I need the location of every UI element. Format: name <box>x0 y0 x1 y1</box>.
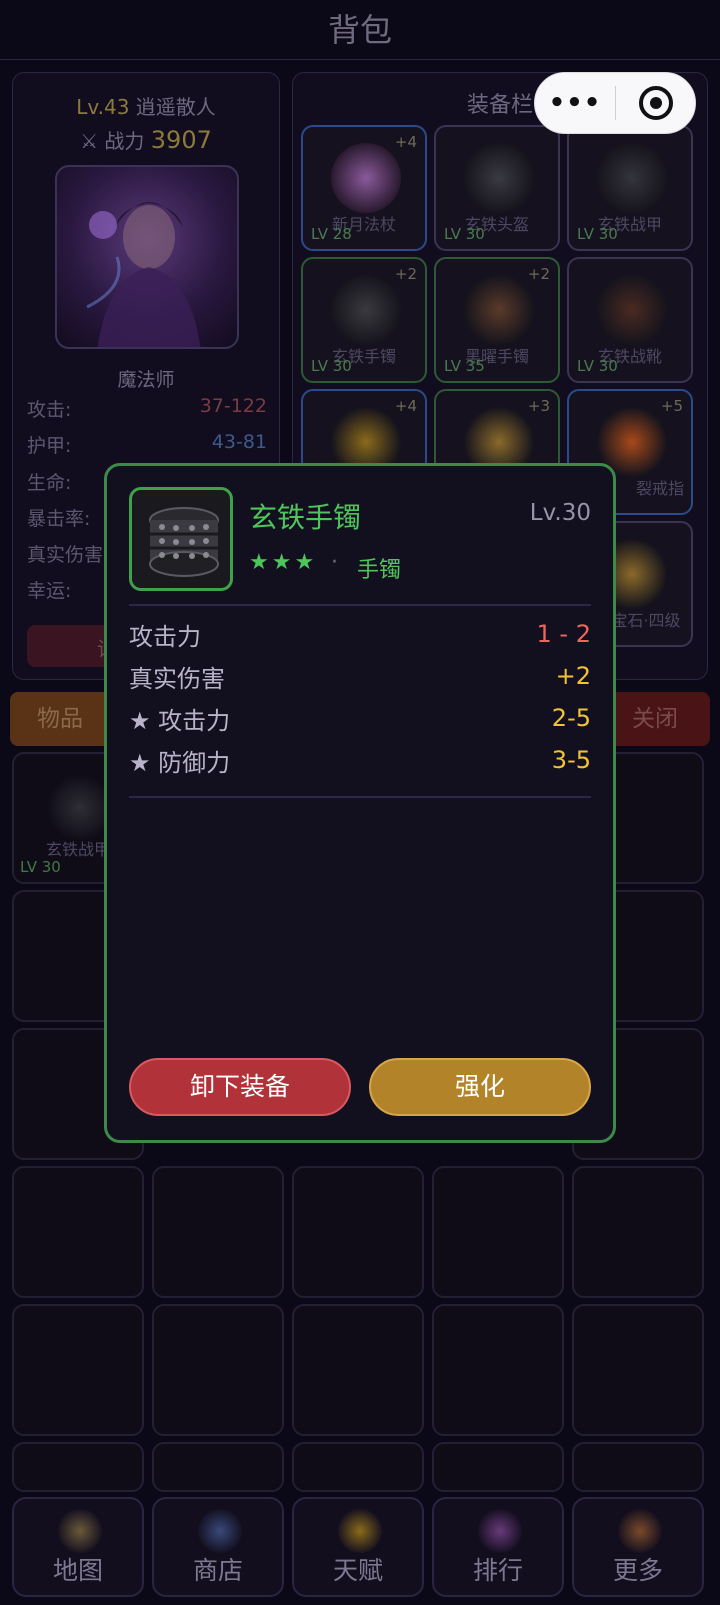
bag-slot[interactable] <box>12 1442 144 1492</box>
combat-power: ⚔ 战力 3907 <box>13 125 279 154</box>
bracelet-icon <box>331 275 401 345</box>
close-bag-button[interactable]: 关闭 <box>600 692 710 746</box>
equip-slot-armor[interactable]: 玄铁战甲 LV 30 <box>567 125 693 251</box>
shop-icon <box>198 1509 242 1553</box>
bag-slot[interactable] <box>152 1304 284 1436</box>
crossed-swords-icon: ⚔ <box>80 129 99 153</box>
nav-shop[interactable]: 商店 <box>152 1497 284 1597</box>
talent-icon <box>338 1509 382 1553</box>
bag-slot[interactable] <box>572 1304 704 1436</box>
separator-dot: · <box>331 550 338 575</box>
more-icon <box>618 1509 662 1553</box>
ranking-icon <box>478 1509 522 1553</box>
page-title: 背包 <box>0 0 720 60</box>
attribute-row: ★ 防御力 3-5 <box>129 746 591 777</box>
close-mini-program-button[interactable] <box>616 86 695 120</box>
character-level: Lv.43 <box>76 95 130 119</box>
more-options-button[interactable]: ••• <box>535 88 615 118</box>
helmet-icon <box>464 143 534 213</box>
nav-ranking[interactable]: 排行 <box>432 1497 564 1597</box>
bag-slot[interactable] <box>572 1166 704 1298</box>
map-icon <box>58 1509 102 1553</box>
item-type: 手镯 <box>357 558 402 583</box>
stat-armor: 护甲: 43-81 <box>27 431 267 457</box>
attribute-row: 真实伤害 +2 <box>129 662 591 693</box>
bag-slot[interactable] <box>12 1304 144 1436</box>
item-name: 玄铁手镯 <box>249 501 362 534</box>
nav-more[interactable]: 更多 <box>572 1497 704 1597</box>
equip-slot-bracelet-1[interactable]: +2 玄铁手镯 LV 30 <box>301 257 427 383</box>
boots-icon <box>597 275 667 345</box>
unequip-button[interactable]: 卸下装备 <box>129 1058 351 1116</box>
character-name-text: 逍遥散人 <box>135 95 216 119</box>
bag-slot[interactable] <box>152 1166 284 1298</box>
equip-slot-weapon[interactable]: +4 新月法杖 LV 28 <box>301 125 427 251</box>
equip-slot-helmet[interactable]: 玄铁头盔 LV 30 <box>434 125 560 251</box>
item-star-rating: ★★★ <box>249 550 318 575</box>
divider <box>129 796 591 798</box>
armor-icon <box>597 143 667 213</box>
divider <box>129 604 591 606</box>
item-detail-modal: 玄铁手镯 Lv.30 ★★★ · 手镯 攻击力 1 - 2 真实伤害 +2 ★ … <box>104 463 616 1143</box>
item-level: Lv.30 <box>529 500 591 526</box>
target-circle-icon <box>638 86 673 120</box>
bag-slot[interactable] <box>152 1442 284 1492</box>
nav-talent[interactable]: 天赋 <box>292 1497 424 1597</box>
bag-slot[interactable] <box>292 1304 424 1436</box>
staff-icon <box>331 143 401 213</box>
enhance-button[interactable]: 强化 <box>369 1058 591 1116</box>
bag-slot[interactable] <box>12 1166 144 1298</box>
bag-slot[interactable] <box>292 1442 424 1492</box>
character-name: Lv.43 逍遥散人 <box>13 91 279 120</box>
stat-attack: 攻击: 37-122 <box>27 395 267 421</box>
equip-slot-bracelet-2[interactable]: +2 黑曜手镯 LV 35 <box>434 257 560 383</box>
bag-slot[interactable] <box>432 1304 564 1436</box>
class-name: 魔法师 <box>117 369 175 391</box>
power-value: 3907 <box>150 126 212 154</box>
tab-items[interactable]: 物品 <box>10 692 110 746</box>
equip-slot-boots[interactable]: 玄铁战靴 LV 30 <box>567 257 693 383</box>
nav-map[interactable]: 地图 <box>12 1497 144 1597</box>
bag-slot[interactable] <box>292 1166 424 1298</box>
bag-slot[interactable] <box>572 1442 704 1492</box>
bracelet-icon <box>129 487 233 591</box>
attribute-row: 攻击力 1 - 2 <box>129 620 591 651</box>
bag-slot[interactable] <box>432 1166 564 1298</box>
bracelet-icon <box>464 275 534 345</box>
attribute-row: ★ 攻击力 2-5 <box>129 704 591 735</box>
bag-slot[interactable] <box>432 1442 564 1492</box>
mini-program-capsule: ••• <box>534 72 696 134</box>
power-label: 战力 <box>104 129 145 153</box>
character-portrait <box>55 165 239 349</box>
